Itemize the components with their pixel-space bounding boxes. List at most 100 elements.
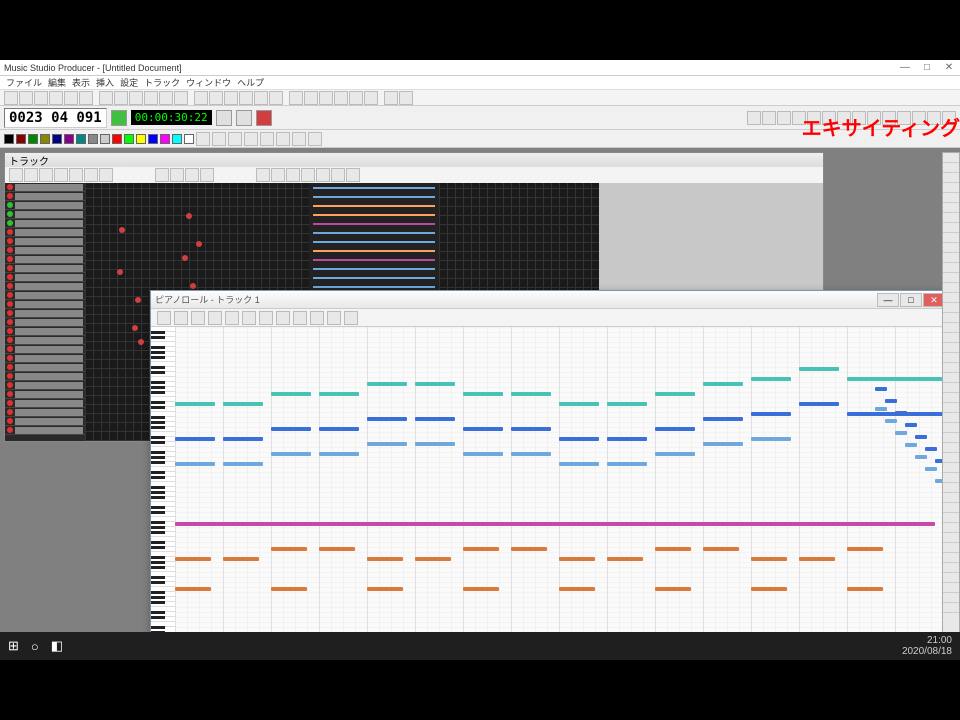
piano-key-black[interactable] <box>151 486 165 489</box>
midi-note[interactable] <box>559 437 599 441</box>
track-led-icon[interactable] <box>7 238 13 244</box>
side-cell[interactable] <box>943 363 959 373</box>
midi-note[interactable] <box>367 442 407 446</box>
side-cell[interactable] <box>943 583 959 593</box>
menu-window[interactable]: ウィンドウ <box>186 76 231 89</box>
color-swatch-3[interactable] <box>40 134 50 144</box>
midi-note[interactable] <box>511 427 551 431</box>
piano-key-black[interactable] <box>151 421 165 424</box>
midi-note[interactable] <box>559 587 595 591</box>
midi-note[interactable] <box>751 437 791 441</box>
midi-note[interactable] <box>175 587 211 591</box>
track-window-titlebar[interactable]: トラック <box>5 153 823 167</box>
track-tool-10[interactable] <box>200 168 214 182</box>
maximize-button[interactable]: □ <box>920 62 934 73</box>
midi-note[interactable] <box>799 557 835 561</box>
side-cell[interactable] <box>943 273 959 283</box>
midi-note[interactable] <box>655 547 691 551</box>
toolbar2-button-7[interactable] <box>308 132 322 146</box>
toolbar-button-6[interactable] <box>99 91 113 105</box>
side-cell[interactable] <box>943 573 959 583</box>
track-row[interactable] <box>5 408 85 417</box>
side-cell[interactable] <box>943 333 959 343</box>
track-tool-5[interactable] <box>84 168 98 182</box>
midi-note[interactable] <box>367 557 403 561</box>
side-cell[interactable] <box>943 533 959 543</box>
piano-key-black[interactable] <box>151 521 165 524</box>
piano-key-black[interactable] <box>151 401 165 404</box>
side-cell[interactable] <box>943 153 959 163</box>
piano-tool-4[interactable] <box>225 311 239 325</box>
midi-note[interactable] <box>905 423 917 427</box>
color-swatch-6[interactable] <box>76 134 86 144</box>
menu-view[interactable]: 表示 <box>72 76 90 89</box>
side-cell[interactable] <box>943 453 959 463</box>
track-led-icon[interactable] <box>7 427 13 433</box>
pattern-marker-icon[interactable] <box>186 213 192 219</box>
taskbar-date[interactable]: 2020/08/18 <box>902 646 952 657</box>
piano-key-black[interactable] <box>151 506 165 509</box>
side-cell[interactable] <box>943 383 959 393</box>
play-button[interactable] <box>111 110 127 126</box>
pattern-marker-icon[interactable] <box>190 283 196 289</box>
track-led-icon[interactable] <box>7 346 13 352</box>
midi-note[interactable] <box>415 417 455 421</box>
midi-note[interactable] <box>925 467 937 471</box>
track-row[interactable] <box>5 354 85 363</box>
color-swatch-8[interactable] <box>100 134 110 144</box>
midi-note[interactable] <box>895 431 907 435</box>
toolbar2-button-0[interactable] <box>196 132 210 146</box>
menu-settings[interactable]: 設定 <box>120 76 138 89</box>
side-cell[interactable] <box>943 193 959 203</box>
track-row[interactable] <box>5 210 85 219</box>
piano-tool-8[interactable] <box>293 311 307 325</box>
menu-track[interactable]: トラック <box>144 76 180 89</box>
side-cell[interactable] <box>943 373 959 383</box>
menu-file[interactable]: ファイル <box>6 76 42 89</box>
event-bar[interactable] <box>313 223 435 225</box>
piano-key-black[interactable] <box>151 511 165 514</box>
piano-key-black[interactable] <box>151 331 165 334</box>
menu-help[interactable]: ヘルプ <box>237 76 264 89</box>
side-cell[interactable] <box>943 543 959 553</box>
pattern-marker-icon[interactable] <box>117 269 123 275</box>
toolbar-button-13[interactable] <box>209 91 223 105</box>
track-row[interactable] <box>5 399 85 408</box>
midi-note[interactable] <box>751 412 791 416</box>
piano-key-black[interactable] <box>151 496 165 499</box>
minimize-button[interactable]: — <box>898 62 912 73</box>
toolbar-button-11[interactable] <box>174 91 188 105</box>
track-led-icon[interactable] <box>7 409 13 415</box>
color-swatch-5[interactable] <box>64 134 74 144</box>
midi-note[interactable] <box>703 547 739 551</box>
side-cell[interactable] <box>943 163 959 173</box>
pattern-marker-icon[interactable] <box>182 255 188 261</box>
color-swatch-15[interactable] <box>184 134 194 144</box>
track-tool-14[interactable] <box>301 168 315 182</box>
midi-note[interactable] <box>367 587 403 591</box>
rewind-button[interactable] <box>216 110 232 126</box>
midi-note[interactable] <box>799 402 839 406</box>
color-swatch-11[interactable] <box>136 134 146 144</box>
color-swatch-2[interactable] <box>28 134 38 144</box>
midi-note[interactable] <box>885 419 897 423</box>
track-row[interactable] <box>5 192 85 201</box>
track-tool-3[interactable] <box>54 168 68 182</box>
event-bar[interactable] <box>313 205 435 207</box>
piano-key-black[interactable] <box>151 601 165 604</box>
toolbar-button-1[interactable] <box>19 91 33 105</box>
track-row[interactable] <box>5 381 85 390</box>
piano-key-black[interactable] <box>151 531 165 534</box>
track-tool-17[interactable] <box>346 168 360 182</box>
side-cell[interactable] <box>943 413 959 423</box>
piano-key-black[interactable] <box>151 476 165 479</box>
midi-note[interactable] <box>367 417 407 421</box>
transport-tool-0[interactable] <box>747 111 761 125</box>
color-swatch-1[interactable] <box>16 134 26 144</box>
piano-tool-10[interactable] <box>327 311 341 325</box>
side-cell[interactable] <box>943 323 959 333</box>
track-row[interactable] <box>5 282 85 291</box>
toolbar-button-14[interactable] <box>224 91 238 105</box>
track-row[interactable] <box>5 273 85 282</box>
midi-note[interactable] <box>463 547 499 551</box>
